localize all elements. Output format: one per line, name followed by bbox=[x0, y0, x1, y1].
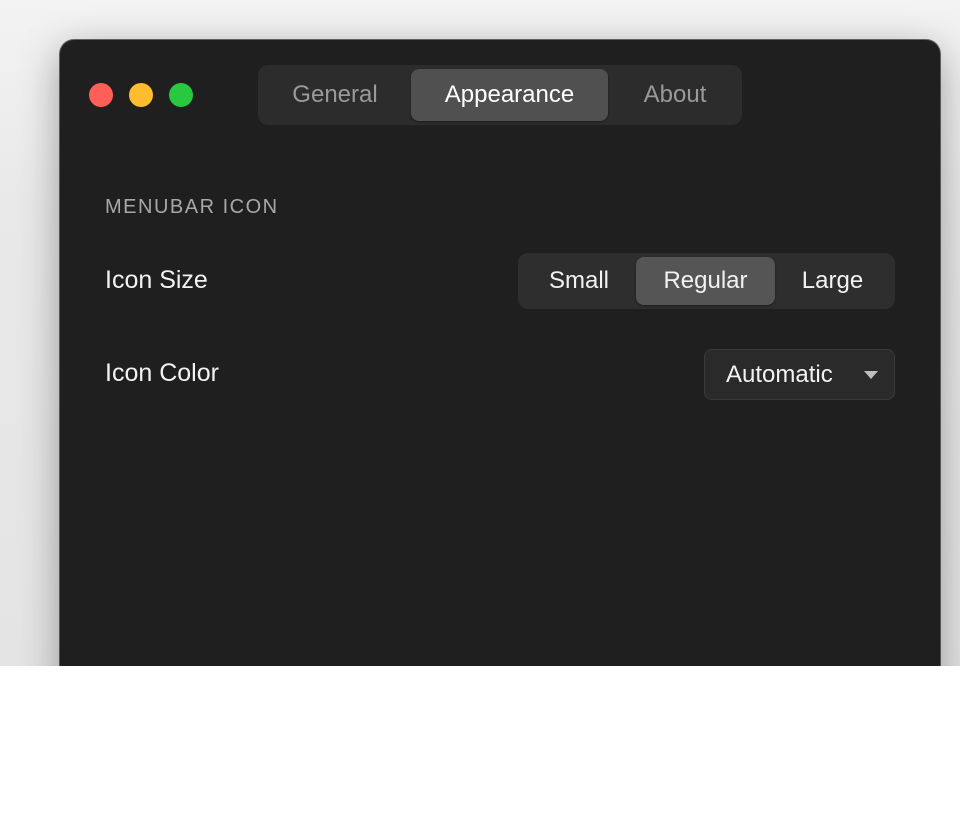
desktop-background: General Appearance About MENUBAR ICON Ic… bbox=[0, 0, 960, 666]
chevron-down-icon bbox=[864, 371, 878, 379]
close-window-button[interactable] bbox=[89, 83, 113, 107]
icon-color-label: Icon Color bbox=[105, 359, 219, 387]
tab-general[interactable]: General bbox=[268, 69, 402, 121]
tab-about[interactable]: About bbox=[616, 69, 734, 121]
zoom-window-button[interactable] bbox=[169, 83, 193, 107]
icon-color-selected-value: Automatic bbox=[726, 361, 833, 388]
preferences-tab-bar: General Appearance About bbox=[258, 65, 742, 125]
icon-size-option-large[interactable]: Large bbox=[776, 257, 889, 305]
preferences-window: General Appearance About MENUBAR ICON Ic… bbox=[60, 40, 940, 666]
icon-color-dropdown[interactable]: Automatic bbox=[704, 349, 895, 400]
icon-size-label: Icon Size bbox=[105, 266, 208, 294]
section-title-menubar-icon: MENUBAR ICON bbox=[105, 196, 279, 218]
tab-appearance[interactable]: Appearance bbox=[411, 69, 608, 121]
icon-size-segmented-control: Small Regular Large bbox=[518, 253, 895, 309]
icon-size-option-regular[interactable]: Regular bbox=[636, 257, 775, 305]
icon-size-option-small[interactable]: Small bbox=[524, 257, 634, 305]
minimize-window-button[interactable] bbox=[129, 83, 153, 107]
